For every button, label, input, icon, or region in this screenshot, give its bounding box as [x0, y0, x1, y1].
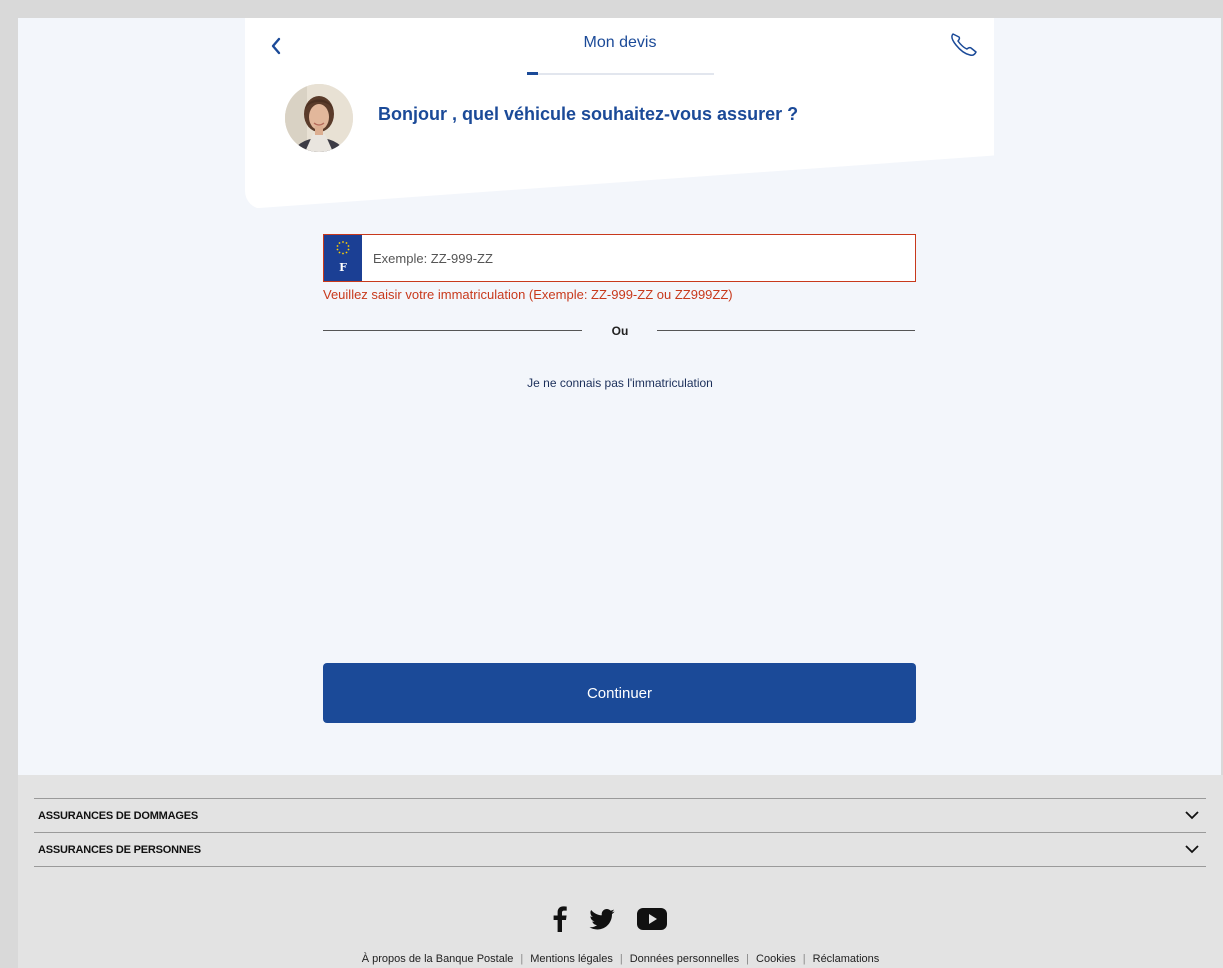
accordion-label: ASSURANCES DE DOMMAGES [38, 809, 199, 822]
social-links [553, 903, 667, 935]
license-plate-input[interactable] [362, 235, 915, 281]
country-letter: F [339, 261, 347, 274]
divider-right [657, 330, 915, 331]
license-plate-field: F [323, 234, 916, 282]
chevron-left-icon [271, 37, 281, 55]
back-button[interactable] [266, 34, 286, 58]
chevron-down-icon [1184, 808, 1200, 824]
continue-button[interactable]: Continuer [323, 663, 916, 723]
progress-bar [527, 72, 714, 75]
divider-label: Ou [611, 324, 629, 338]
facebook-icon[interactable] [553, 906, 567, 932]
chevron-down-icon [1184, 842, 1200, 858]
footer-link-cookies[interactable]: Cookies [756, 953, 796, 965]
progress-fill [527, 72, 539, 75]
youtube-icon[interactable] [637, 908, 667, 930]
divider-left [323, 330, 582, 331]
accordion-assurances-personnes[interactable]: ASSURANCES DE PERSONNES [34, 832, 1206, 867]
chat-question: Bonjour , quel véhicule souhaitez-vous a… [378, 104, 799, 124]
phone-icon [951, 33, 977, 56]
eu-stars-icon [336, 241, 350, 255]
phone-button[interactable] [947, 30, 981, 60]
accordion-assurances-dommages[interactable]: ASSURANCES DE DOMMAGES [34, 798, 1206, 832]
advisor-avatar [285, 84, 353, 152]
twitter-icon[interactable] [589, 908, 615, 930]
unknown-plate-link[interactable]: Je ne connais pas l'immatriculation [460, 376, 780, 390]
plate-error-message: Veuillez saisir votre immatriculation (E… [323, 287, 733, 302]
footer: ASSURANCES DE DOMMAGES ASSURANCES DE PER… [18, 775, 1223, 968]
footer-link-reclamations[interactable]: Réclamations [813, 953, 880, 965]
page-title: Mon devis [583, 34, 657, 51]
footer-link-apropos[interactable]: À propos de la Banque Postale [362, 953, 514, 965]
eu-flag-badge: F [324, 235, 362, 281]
accordion-label: ASSURANCES DE PERSONNES [38, 843, 201, 856]
footer-links: À propos de la Banque Postale | Mentions l… [361, 953, 880, 965]
footer-link-donnees[interactable]: Données personnelles [630, 953, 739, 965]
footer-link-mentions[interactable]: Mentions légales [530, 953, 613, 965]
